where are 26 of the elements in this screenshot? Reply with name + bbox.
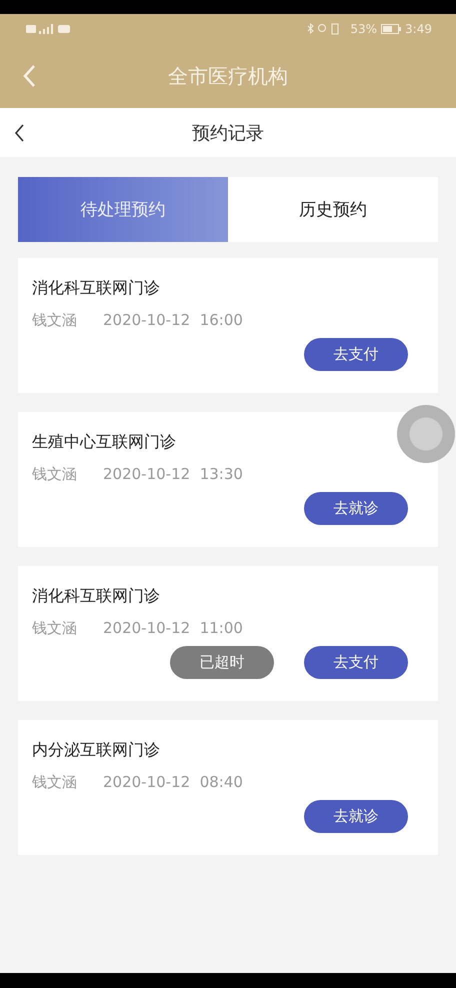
department-name: 消化科互联网门诊 [32,586,161,607]
action-button[interactable]: 去支付 [304,338,408,371]
header-title: 全市医疗机构 [168,62,288,90]
chevron-left-icon [22,64,36,88]
patient-name: 钱文涵 [32,465,77,484]
appointment-time: 2020-10-12 11:00 [103,619,243,638]
department-name: 内分泌互联网门诊 [32,740,161,761]
tab[interactable]: 历史预约 [228,177,438,242]
clock-time: 3:49 [405,22,432,36]
expired-label: 已超时 [170,646,274,679]
patient-name: 钱文涵 [32,311,77,330]
department-name: 消化科互联网门诊 [32,278,161,299]
department-name: 生殖中心互联网门诊 [32,432,177,453]
chevron-left-icon [14,124,24,142]
action-button[interactable]: 去就诊 [304,800,408,833]
tab[interactable]: 待处理预约 [18,177,228,242]
action-button[interactable]: 去支付 [304,646,408,679]
appointment-time: 2020-10-12 16:00 [103,311,243,330]
appointment-time: 2020-10-12 13:30 [103,465,243,484]
page-title: 预约记录 [192,122,264,144]
action-button[interactable]: 去就诊 [304,492,408,525]
patient-name: 钱文涵 [32,619,77,638]
battery-icon [381,24,402,34]
patient-name: 钱文涵 [32,773,77,792]
appointment-time: 2020-10-12 08:40 [103,773,243,792]
battery-percent: 53% [350,22,378,36]
